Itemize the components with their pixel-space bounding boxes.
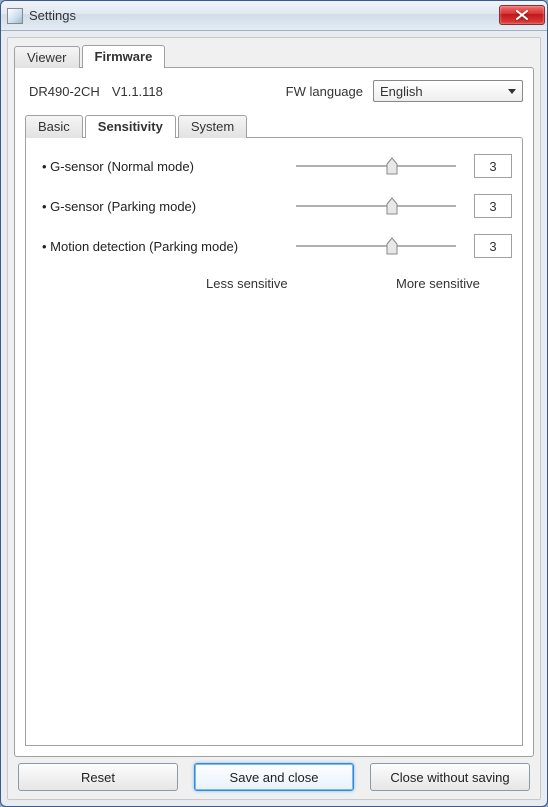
sensitivity-pane: • G-sensor (Normal mode) 3 • G-sensor (P… [25,137,523,746]
slider-value: 3 [474,154,512,178]
slider-thumb[interactable] [386,236,398,256]
slider-thumb[interactable] [386,196,398,216]
slider-row-gsensor-parking: • G-sensor (Parking mode) 3 [36,194,512,218]
tab-system[interactable]: System [178,115,247,138]
slider-label: • G-sensor (Parking mode) [36,199,296,214]
firmware-pane: DR490-2CH V1.1.118 FW language English B… [14,67,534,757]
outer-tabs: Viewer Firmware [14,44,534,67]
app-icon [7,8,23,24]
slider-row-motion-detection: • Motion detection (Parking mode) 3 [36,234,512,258]
slider-track [296,205,456,207]
reset-button[interactable]: Reset [18,763,178,791]
firmware-info-row: DR490-2CH V1.1.118 FW language English [29,80,523,102]
tab-basic[interactable]: Basic [25,115,83,138]
slider-label: • G-sensor (Normal mode) [36,159,296,174]
close-without-saving-button[interactable]: Close without saving [370,763,530,791]
settings-window: Settings Viewer Firmware DR490-2CH V1.1.… [0,0,548,807]
slider-value: 3 [474,194,512,218]
firmware-model: DR490-2CH [29,84,100,99]
fw-language-label: FW language [286,84,363,99]
content-area: Viewer Firmware DR490-2CH V1.1.118 FW la… [7,37,541,800]
slider-track [296,165,456,167]
slider-thumb[interactable] [386,156,398,176]
save-and-close-button[interactable]: Save and close [194,763,354,791]
tab-viewer[interactable]: Viewer [14,46,80,68]
slider-value: 3 [474,234,512,258]
fw-language-dropdown[interactable]: English [373,80,523,102]
fw-language-value: English [380,84,423,99]
slider-gsensor-parking[interactable] [296,196,456,216]
slider-gsensor-normal[interactable] [296,156,456,176]
tab-sensitivity[interactable]: Sensitivity [85,115,176,138]
close-window-button[interactable] [499,5,545,25]
inner-tabs: Basic Sensitivity System [25,114,523,137]
button-row: Reset Save and close Close without savin… [14,763,534,791]
close-icon [516,10,528,20]
window-title: Settings [29,8,499,23]
tab-firmware[interactable]: Firmware [82,45,166,68]
slider-label: • Motion detection (Parking mode) [36,239,296,254]
scale-labels: Less sensitive More sensitive [206,276,512,291]
slider-row-gsensor-normal: • G-sensor (Normal mode) 3 [36,154,512,178]
slider-track [296,245,456,247]
firmware-version: V1.1.118 [112,84,163,99]
less-sensitive-label: Less sensitive [206,276,356,291]
more-sensitive-label: More sensitive [356,276,512,291]
chevron-down-icon [508,89,516,94]
titlebar: Settings [1,1,547,31]
slider-motion-detection[interactable] [296,236,456,256]
